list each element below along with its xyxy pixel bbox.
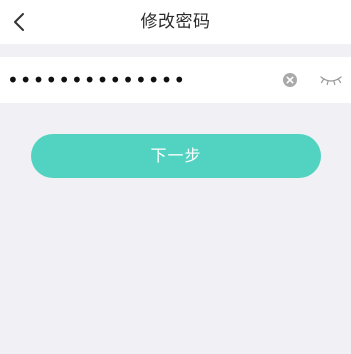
next-step-button[interactable]: 下一步 (31, 134, 321, 178)
clear-circle-icon (283, 73, 297, 87)
clear-button[interactable] (282, 72, 298, 88)
password-row (0, 57, 351, 103)
toggle-visibility-button[interactable] (318, 72, 344, 88)
nav-header: 修改密码 (0, 0, 351, 44)
page-title: 修改密码 (140, 12, 211, 32)
password-input[interactable] (7, 57, 267, 103)
eye-closed-icon (320, 76, 342, 86)
